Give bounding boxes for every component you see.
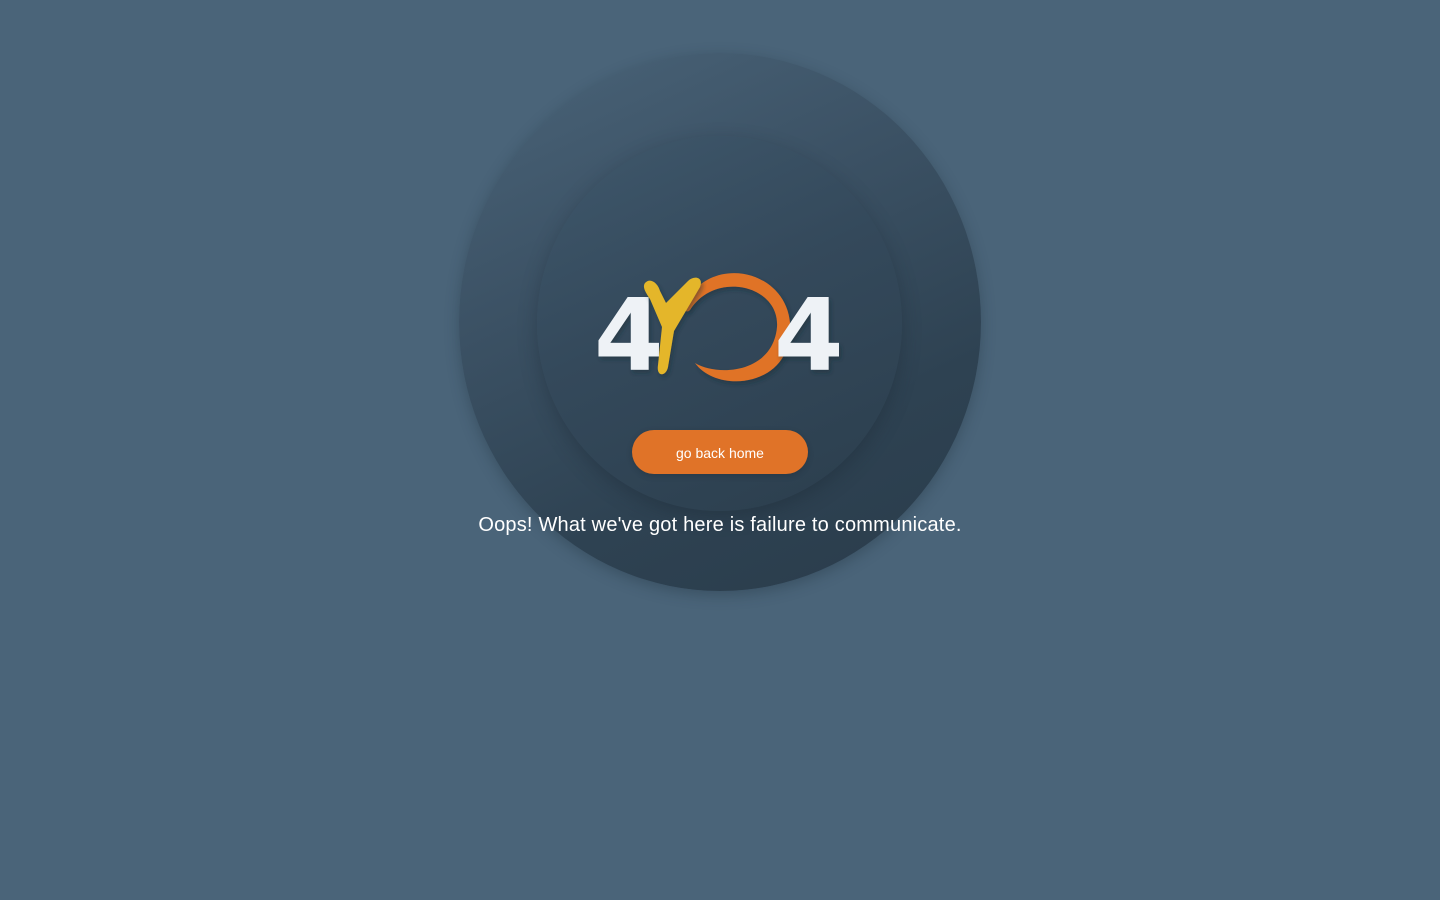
digit-four-right: 4 <box>774 277 844 394</box>
go-back-home-button[interactable]: go back home <box>632 430 808 474</box>
error-message: Oops! What we've got here is failure to … <box>478 514 962 536</box>
404-logo: 4 4 <box>590 255 850 395</box>
error-page: 4 4 go back home Oops! What we've got he… <box>0 0 1440 900</box>
